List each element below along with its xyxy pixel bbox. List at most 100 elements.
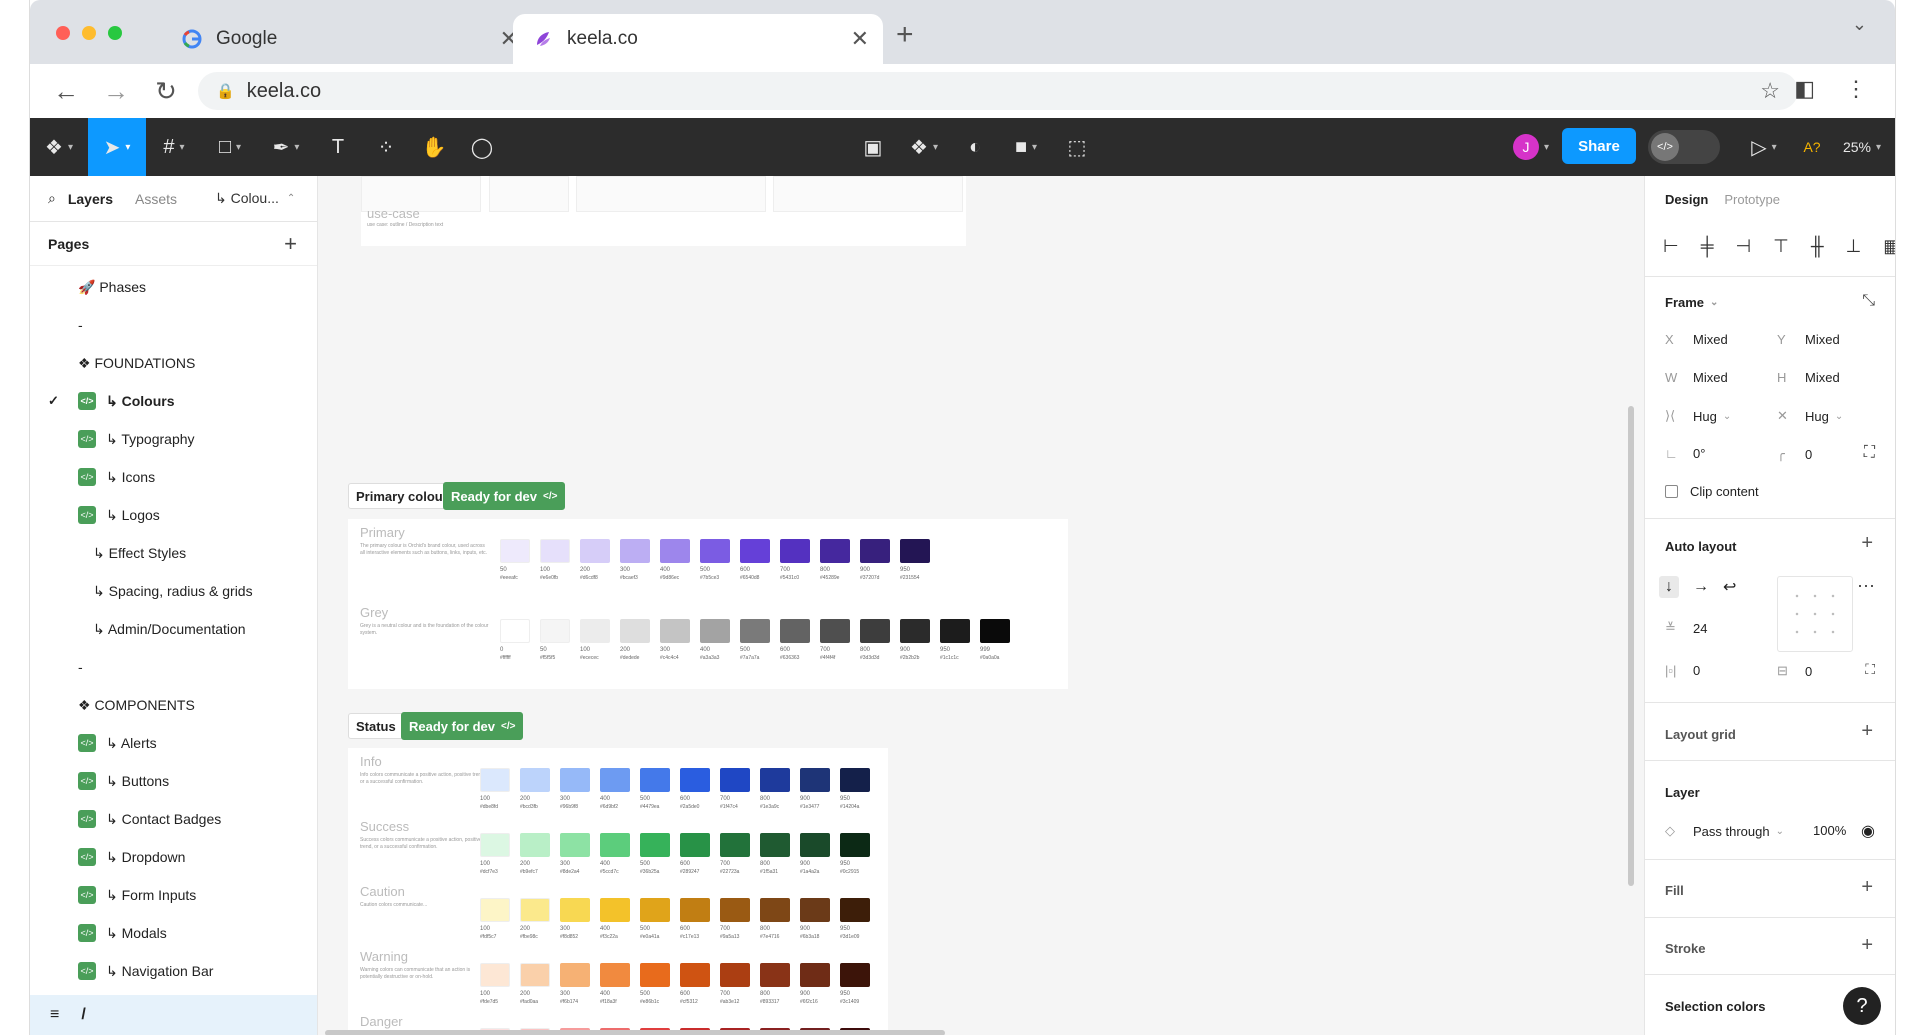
page-item[interactable]: </> ↳ Buttons xyxy=(30,762,317,800)
tab-prototype[interactable]: Prototype xyxy=(1724,192,1780,207)
opacity-field[interactable]: 100% xyxy=(1813,823,1846,838)
color-swatch[interactable] xyxy=(520,898,550,922)
align-center-h-icon[interactable]: ╪ xyxy=(1701,236,1714,257)
tab-assets[interactable]: Assets xyxy=(135,191,177,207)
color-swatch[interactable] xyxy=(680,898,710,922)
present-icon[interactable]: ▷ ▾ xyxy=(1736,118,1792,176)
layout-icon[interactable]: ▣ xyxy=(850,118,896,176)
page-item[interactable]: </> ↳ Icons xyxy=(30,458,317,496)
component-icon[interactable]: ❖ ▾ xyxy=(896,118,952,176)
color-swatch[interactable] xyxy=(620,619,650,643)
url-field[interactable]: 🔒 keela.co ☆ xyxy=(198,72,1798,110)
height-sizing-select[interactable]: ✕ Hug ⌄ xyxy=(1777,408,1843,424)
color-swatch[interactable] xyxy=(760,963,790,987)
page-item[interactable]: ❖ FOUNDATIONS xyxy=(30,344,317,382)
color-swatch[interactable] xyxy=(700,619,730,643)
color-swatch[interactable] xyxy=(700,539,730,563)
color-swatch[interactable] xyxy=(900,619,930,643)
color-swatch[interactable] xyxy=(640,833,670,857)
add-auto-layout-icon[interactable]: + xyxy=(1861,532,1873,555)
tab-layers[interactable]: Layers xyxy=(68,191,113,207)
top-frame[interactable]: use-case use case: outline / Description… xyxy=(361,176,966,246)
horizontal-direction-icon[interactable]: → xyxy=(1693,578,1709,596)
more-menu-icon[interactable]: ⋮ xyxy=(1845,76,1867,102)
color-swatch[interactable] xyxy=(680,833,710,857)
color-swatch[interactable] xyxy=(480,963,510,987)
resize-to-fit-icon[interactable]: ⤡ xyxy=(1862,292,1875,310)
color-swatch[interactable] xyxy=(480,833,510,857)
mask-icon[interactable]: ◐ xyxy=(952,118,998,176)
boolean-icon[interactable]: ■ ▾ xyxy=(998,118,1054,176)
color-swatch[interactable] xyxy=(500,539,530,563)
add-fill-icon[interactable]: + xyxy=(1861,876,1873,899)
color-swatch[interactable] xyxy=(780,619,810,643)
color-swatch[interactable] xyxy=(800,963,830,987)
color-swatch[interactable] xyxy=(780,539,810,563)
frame-section-heading[interactable]: Frame ⌄ xyxy=(1665,292,1895,312)
color-swatch[interactable] xyxy=(520,833,550,857)
zoom-level[interactable]: 25% ▾ xyxy=(1832,118,1892,176)
help-button[interactable]: ? xyxy=(1843,987,1881,1025)
color-swatch[interactable] xyxy=(820,619,850,643)
reload-icon[interactable]: ↻ xyxy=(152,76,180,107)
ready-for-dev-badge[interactable]: Ready for dev </> xyxy=(401,712,524,740)
primary-colours-frame[interactable]: Primary The primary colour is Orchid's br… xyxy=(348,519,1068,689)
back-icon[interactable]: ← xyxy=(52,76,80,107)
add-layout-grid-icon[interactable]: + xyxy=(1861,720,1873,743)
page-item[interactable]: </> ↳ Typography xyxy=(30,420,317,458)
crop-icon[interactable]: ⬚ xyxy=(1054,118,1100,176)
color-swatch[interactable] xyxy=(860,619,890,643)
horizontal-scrollbar[interactable] xyxy=(325,1030,945,1035)
horizontal-padding-field[interactable]: |▫| 0 xyxy=(1665,663,1700,678)
eye-icon[interactable]: ◉ xyxy=(1861,821,1875,841)
color-swatch[interactable] xyxy=(600,833,630,857)
close-window-button[interactable] xyxy=(56,26,70,40)
color-swatch[interactable] xyxy=(800,833,830,857)
status-colours-frame[interactable]: Info Info colors communicate a positive a… xyxy=(348,748,888,1035)
vertical-padding-field[interactable]: ⊟ 0 xyxy=(1777,663,1812,679)
ready-for-dev-badge[interactable]: Ready for dev </> xyxy=(443,482,566,510)
color-swatch[interactable] xyxy=(680,768,710,792)
color-swatch[interactable] xyxy=(740,619,770,643)
color-swatch[interactable] xyxy=(620,539,650,563)
color-swatch[interactable] xyxy=(720,768,750,792)
color-swatch[interactable] xyxy=(560,898,590,922)
page-item[interactable]: - xyxy=(30,648,317,686)
dev-mode-toggle[interactable]: </> xyxy=(1648,130,1720,164)
page-item[interactable]: </> ↳ Dropdown xyxy=(30,838,317,876)
align-right-icon[interactable]: ⊣ xyxy=(1735,236,1751,257)
width-sizing-select[interactable]: ⟩⟨ Hug ⌄ xyxy=(1665,408,1731,424)
chevron-down-icon[interactable]: ⌄ xyxy=(1852,14,1867,35)
corner-radius-field[interactable]: ╭ 0 xyxy=(1777,446,1812,462)
color-swatch[interactable] xyxy=(820,539,850,563)
comment-tool-icon[interactable]: ◯ xyxy=(458,118,506,176)
page-item[interactable]: </> ↳ Form Inputs xyxy=(30,876,317,914)
color-swatch[interactable] xyxy=(740,539,770,563)
color-swatch[interactable] xyxy=(600,768,630,792)
color-swatch[interactable] xyxy=(800,768,830,792)
page-item[interactable]: </> ↳ Modals xyxy=(30,914,317,952)
share-button[interactable]: Share xyxy=(1562,128,1636,164)
page-item[interactable]: - xyxy=(30,306,317,344)
wrap-direction-icon[interactable]: ↩ xyxy=(1723,577,1736,597)
list-icon[interactable]: ≡ xyxy=(50,1006,59,1024)
color-swatch[interactable] xyxy=(840,963,870,987)
color-swatch[interactable] xyxy=(760,833,790,857)
sidebar-toggle-icon[interactable]: ◧ xyxy=(1794,76,1815,102)
color-swatch[interactable] xyxy=(560,963,590,987)
new-tab-button[interactable]: + xyxy=(896,18,914,52)
color-swatch[interactable] xyxy=(980,619,1010,643)
color-swatch[interactable] xyxy=(720,898,750,922)
color-swatch[interactable] xyxy=(580,539,610,563)
color-swatch[interactable] xyxy=(860,539,890,563)
page-item[interactable]: ✓ </> ↳ Colours xyxy=(30,382,317,420)
distribute-icon[interactable]: ▦ xyxy=(1883,236,1895,257)
h-field[interactable]: H Mixed xyxy=(1777,370,1840,385)
w-field[interactable]: W Mixed xyxy=(1665,370,1728,385)
close-tab-icon[interactable]: ✕ xyxy=(851,26,869,52)
color-swatch[interactable] xyxy=(940,619,970,643)
color-swatch[interactable] xyxy=(600,963,630,987)
page-item[interactable]: 🚀 Phases xyxy=(30,268,317,306)
multiplayer-avatar[interactable]: J ▾ xyxy=(1500,118,1562,176)
color-swatch[interactable] xyxy=(760,898,790,922)
